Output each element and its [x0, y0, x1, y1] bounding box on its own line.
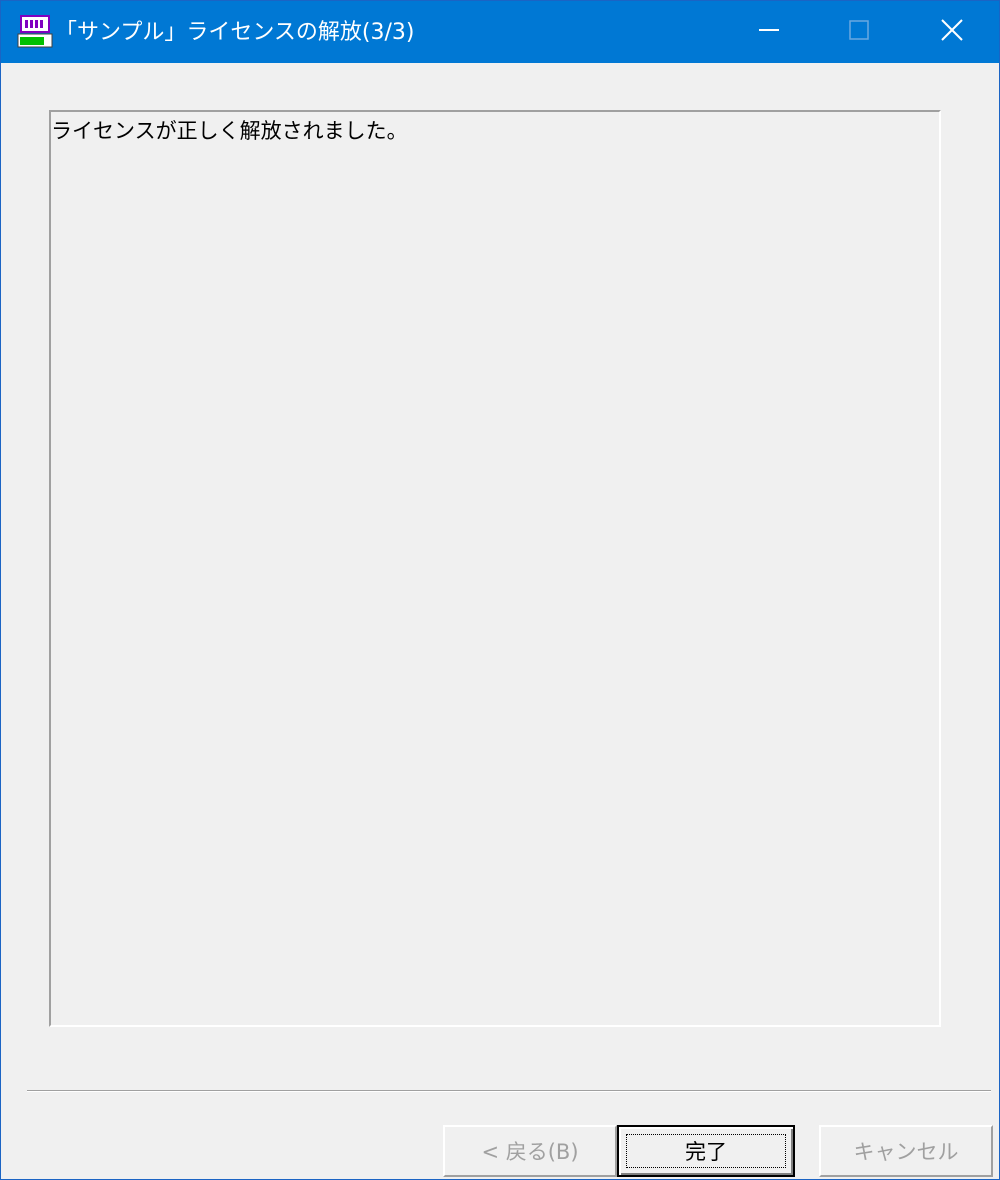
cancel-button-label: キャンセル	[853, 1140, 959, 1164]
status-message: ライセンスが正しく解放されました。	[51, 119, 408, 143]
finish-button-label: 完了	[685, 1140, 727, 1164]
minimize-icon	[757, 18, 781, 46]
message-panel: ライセンスが正しく解放されました。	[49, 110, 941, 1027]
finish-button[interactable]: 完了	[617, 1125, 795, 1177]
close-icon	[940, 18, 964, 46]
back-button[interactable]: < 戻る(B)	[443, 1125, 617, 1177]
footer-separator	[27, 1090, 991, 1092]
minimize-button[interactable]	[723, 1, 815, 63]
title-bar[interactable]: 「サンプル」ライセンスの解放(3/3)	[1, 1, 999, 63]
close-button[interactable]	[906, 1, 998, 63]
app-icon	[17, 15, 53, 49]
maximize-icon	[847, 18, 871, 46]
maximize-button[interactable]	[813, 1, 905, 63]
window-title: 「サンプル」ライセンスの解放(3/3)	[55, 20, 415, 45]
license-release-dialog: 「サンプル」ライセンスの解放(3/3) ライセンスが正しく解放されました。 < …	[0, 0, 1000, 1180]
back-button-label: < 戻る(B)	[481, 1140, 579, 1164]
cancel-button[interactable]: キャンセル	[819, 1125, 993, 1177]
